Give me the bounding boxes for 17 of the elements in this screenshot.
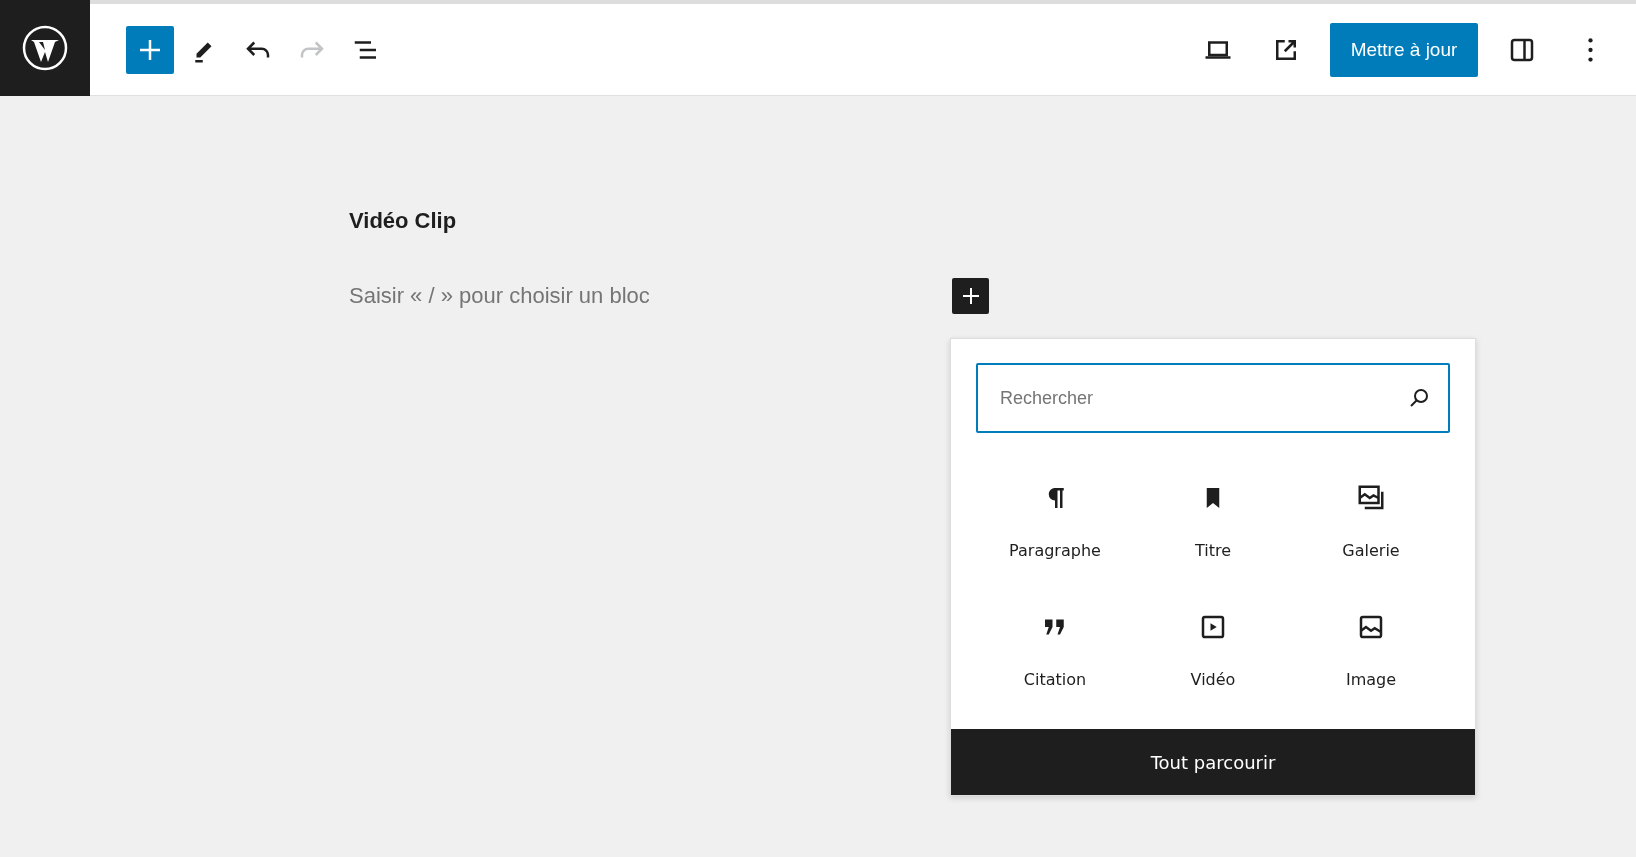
block-type-item[interactable]: Galerie: [1292, 483, 1450, 560]
block-type-item[interactable]: Paragraphe: [976, 483, 1134, 560]
block-placeholder[interactable]: Saisir « / » pour choisir un bloc: [349, 283, 650, 309]
block-type-item[interactable]: Titre: [1134, 483, 1292, 560]
search-icon: [1408, 387, 1430, 409]
plus-icon: [960, 286, 981, 306]
more-options-icon: [1587, 37, 1593, 62]
block-type-item[interactable]: Vidéo: [1134, 612, 1292, 689]
block-type-item[interactable]: Citation: [976, 612, 1134, 689]
wordpress-logo-button[interactable]: [0, 0, 90, 96]
search-field[interactable]: Rechercher: [976, 363, 1450, 433]
add-block-button[interactable]: [952, 278, 989, 314]
update-button[interactable]: Mettre à jour: [1330, 22, 1478, 77]
wordpress-logo-icon: [21, 23, 69, 72]
browse-all-button[interactable]: Tout parcourir: [951, 729, 1475, 795]
block-type-item[interactable]: Image: [1292, 612, 1450, 689]
post-title[interactable]: Vidéo Clip: [349, 208, 989, 234]
